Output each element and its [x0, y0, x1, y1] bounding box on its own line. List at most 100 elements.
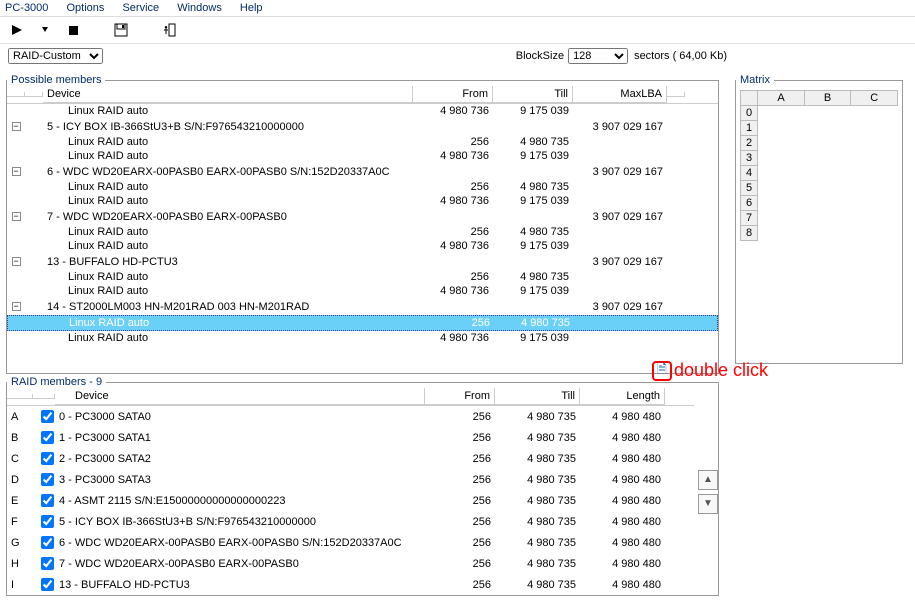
collapse-icon[interactable]: −: [12, 122, 21, 131]
member-row[interactable]: E4 - ASMT 2115 S/N:E15000000000000000223…: [7, 490, 694, 511]
col-device[interactable]: Device: [55, 388, 425, 405]
blocksize-select[interactable]: 128: [568, 48, 628, 64]
matrix-col-header[interactable]: A: [758, 91, 805, 106]
col-length[interactable]: Length: [580, 388, 665, 405]
possible-row[interactable]: −13 - BUFFALO HD-PCTU33 907 029 167: [7, 253, 718, 270]
till-value: 4 980 735: [495, 515, 580, 529]
matrix-row-header[interactable]: 8: [741, 226, 758, 241]
col-till[interactable]: Till: [495, 388, 580, 405]
till-value: [493, 171, 573, 173]
member-row[interactable]: D3 - PC3000 SATA32564 980 7354 980 480: [7, 469, 694, 490]
maxlba-value: [573, 155, 667, 157]
dropdown-arrow-icon[interactable]: [36, 21, 54, 39]
member-checkbox[interactable]: [41, 431, 54, 444]
menu-windows[interactable]: Windows: [177, 2, 222, 14]
member-device-name: 3 - PC3000 SATA3: [55, 473, 425, 487]
till-value: 4 980 735: [495, 578, 580, 592]
matrix-grid[interactable]: ABC 012345678: [740, 90, 898, 241]
possible-row[interactable]: −5 - ICY BOX IB-366StU3+B S/N:F976543210…: [7, 118, 718, 135]
possible-row[interactable]: Linux RAID auto4 980 7369 175 039: [7, 284, 718, 298]
possible-row[interactable]: Linux RAID auto2564 980 735: [7, 270, 718, 284]
member-row[interactable]: G6 - WDC WD20EARX-00PASB0 EARX-00PASB0 S…: [7, 532, 694, 553]
col-maxlba[interactable]: MaxLBA: [573, 86, 667, 103]
menu-service[interactable]: Service: [122, 2, 159, 14]
exit-icon[interactable]: [160, 21, 178, 39]
member-row[interactable]: F5 - ICY BOX IB-366StU3+B S/N:F976543210…: [7, 511, 694, 532]
device-name: Linux RAID auto: [43, 149, 413, 163]
menu-options[interactable]: Options: [66, 2, 104, 14]
matrix-row-header[interactable]: 7: [741, 211, 758, 226]
possible-row[interactable]: Linux RAID auto4 980 7369 175 039: [7, 194, 718, 208]
member-checkbox[interactable]: [41, 578, 54, 591]
stop-icon[interactable]: [64, 21, 82, 39]
matrix-panel: Matrix ABC012345678: [735, 74, 903, 364]
possible-row[interactable]: Linux RAID auto4 980 7369 175 039: [7, 239, 718, 253]
possible-row[interactable]: −14 - ST2000LM003 HN-M201RAD 003 HN-M201…: [7, 298, 718, 315]
device-name: Linux RAID auto: [43, 270, 413, 284]
member-checkbox[interactable]: [41, 494, 54, 507]
member-row[interactable]: C2 - PC3000 SATA22564 980 7354 980 480: [7, 448, 694, 469]
possible-row[interactable]: Linux RAID auto2564 980 735: [7, 180, 718, 194]
possible-row[interactable]: Linux RAID auto4 980 7369 175 039: [7, 149, 718, 163]
matrix-row-header[interactable]: 0: [741, 106, 758, 121]
from-value: [413, 126, 493, 128]
matrix-row-header[interactable]: 4: [741, 166, 758, 181]
member-row[interactable]: A0 - PC3000 SATA02564 980 7354 980 480: [7, 406, 694, 427]
raid-members-panel: RAID members - 9 Device From Till Length…: [6, 376, 719, 596]
matrix-row-header[interactable]: 5: [741, 181, 758, 196]
member-letter: B: [7, 431, 33, 445]
col-device[interactable]: Device: [43, 86, 413, 103]
raid-members-list[interactable]: A0 - PC3000 SATA02564 980 7354 980 480B1…: [7, 405, 694, 595]
matrix-col-header[interactable]: B: [804, 91, 851, 106]
col-till[interactable]: Till: [493, 86, 573, 103]
device-name: Linux RAID auto: [43, 180, 413, 194]
possible-row[interactable]: Linux RAID auto2564 980 735: [7, 315, 718, 331]
length-value: 4 980 480: [580, 494, 665, 508]
matrix-col-header[interactable]: C: [851, 91, 898, 106]
device-name: 13 - BUFFALO HD-PCTU3: [43, 255, 413, 269]
move-down-button[interactable]: ▼: [698, 494, 718, 514]
possible-row[interactable]: Linux RAID auto2564 980 735: [7, 225, 718, 239]
possible-header: Device From Till MaxLBA: [7, 86, 718, 103]
col-from[interactable]: From: [425, 388, 495, 405]
play-icon[interactable]: [8, 21, 26, 39]
collapse-icon[interactable]: −: [12, 167, 21, 176]
matrix-row-header[interactable]: 1: [741, 121, 758, 136]
menu-help[interactable]: Help: [240, 2, 263, 14]
possible-row[interactable]: −7 - WDC WD20EARX-00PASB0 EARX-00PASB03 …: [7, 208, 718, 225]
member-checkbox[interactable]: [41, 452, 54, 465]
member-row[interactable]: H7 - WDC WD20EARX-00PASB0 EARX-00PASB025…: [7, 553, 694, 574]
matrix-row-header[interactable]: 3: [741, 151, 758, 166]
matrix-row-header[interactable]: 2: [741, 136, 758, 151]
collapse-icon[interactable]: −: [12, 302, 21, 311]
member-checkbox[interactable]: [41, 557, 54, 570]
member-checkbox[interactable]: [41, 473, 54, 486]
possible-members-list[interactable]: Linux RAID auto4 980 7369 175 039−5 - IC…: [7, 103, 718, 373]
save-icon[interactable]: [112, 21, 130, 39]
member-checkbox[interactable]: [41, 410, 54, 423]
from-value: 256: [425, 494, 495, 508]
length-value: 4 980 480: [580, 536, 665, 550]
device-name: Linux RAID auto: [43, 225, 413, 239]
raid-type-select[interactable]: RAID-Custom: [8, 48, 103, 64]
member-checkbox[interactable]: [41, 515, 54, 528]
matrix-row-header[interactable]: 6: [741, 196, 758, 211]
length-value: 4 980 480: [580, 473, 665, 487]
member-row[interactable]: B1 - PC3000 SATA12564 980 7354 980 480: [7, 427, 694, 448]
collapse-icon[interactable]: −: [12, 212, 21, 221]
possible-row[interactable]: Linux RAID auto4 980 7369 175 039: [7, 331, 718, 345]
move-up-button[interactable]: ▲: [698, 470, 718, 490]
length-value: 4 980 480: [580, 410, 665, 424]
member-checkbox[interactable]: [41, 536, 54, 549]
possible-row[interactable]: Linux RAID auto4 980 7369 175 039: [7, 104, 718, 118]
device-name: Linux RAID auto: [43, 331, 413, 345]
collapse-icon[interactable]: −: [12, 257, 21, 266]
till-value: 4 980 735: [493, 270, 573, 284]
maxlba-value: 3 907 029 167: [573, 165, 667, 179]
from-value: 4 980 736: [413, 104, 493, 118]
possible-row[interactable]: Linux RAID auto2564 980 735: [7, 135, 718, 149]
device-name: 7 - WDC WD20EARX-00PASB0 EARX-00PASB0: [43, 210, 413, 224]
member-row[interactable]: I13 - BUFFALO HD-PCTU32564 980 7354 980 …: [7, 574, 694, 595]
possible-row[interactable]: −6 - WDC WD20EARX-00PASB0 EARX-00PASB0 S…: [7, 163, 718, 180]
col-from[interactable]: From: [413, 86, 493, 103]
